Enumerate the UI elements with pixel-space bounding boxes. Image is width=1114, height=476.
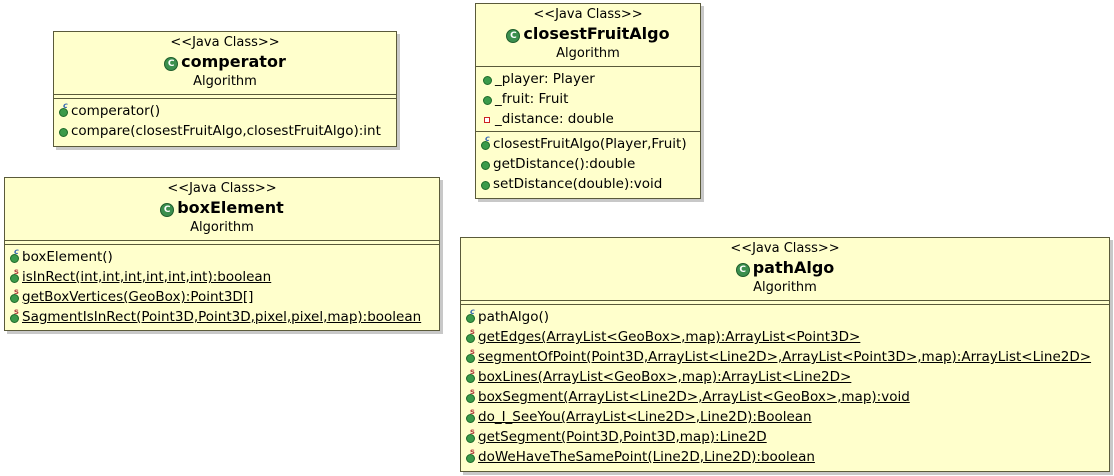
operation[interactable]: c boxElement() xyxy=(9,247,435,267)
operations-compartment: c pathAlgo() s getEdges(ArrayList<GeoBox>,… xyxy=(461,305,1109,469)
package-name: Algorithm xyxy=(556,46,620,61)
class-header: <<Java Class>> Ccomperator Algorithm xyxy=(54,32,396,95)
class-icon: C xyxy=(160,203,175,217)
operation[interactable]: s isInRect(int,int,int,int,int,int):boole… xyxy=(9,267,435,287)
constructor-icon: c xyxy=(9,247,20,263)
class-header: <<Java Class>> CboxElement Algorithm xyxy=(5,178,439,241)
operation[interactable]: s getEdges(ArrayList<GeoBox>,map):ArrayLi… xyxy=(465,327,1105,347)
package-name: Algorithm xyxy=(190,220,254,235)
static-icon: s xyxy=(465,327,476,343)
class-header: <<Java Class>> CpathAlgo Algorithm xyxy=(461,238,1109,301)
attribute[interactable]: _fruit: Fruit xyxy=(482,89,696,109)
operation[interactable]: s boxSegment(ArrayList<Line2D>,ArrayList<… xyxy=(465,387,1105,407)
class-icon: C xyxy=(164,57,179,71)
class-header: <<Java Class>> CclosestFruitAlgo Algorit… xyxy=(476,4,700,67)
operation[interactable]: s doWeHaveTheSamePoint(Line2D,Line2D):boo… xyxy=(465,447,1105,467)
static-icon: s xyxy=(9,307,20,323)
class-icon: C xyxy=(506,29,521,43)
static-icon: s xyxy=(465,367,476,383)
operation[interactable]: getDistance():double xyxy=(480,154,696,174)
constructor-icon: c xyxy=(480,134,491,150)
static-icon: s xyxy=(9,267,20,283)
public-dot-icon xyxy=(58,123,69,137)
operation[interactable]: s do_I_SeeYou(ArrayList<Line2D>,Line2D):B… xyxy=(465,407,1105,427)
operation[interactable]: c closestFruitAlgo(Player,Fruit) xyxy=(480,134,696,154)
stereotype: <<Java Class>> xyxy=(533,7,643,22)
operation[interactable]: compare(closestFruitAlgo,closestFruitAlg… xyxy=(58,121,392,141)
operation[interactable]: s SagmentIsInRect(Point3D,Point3D,pixel,p… xyxy=(9,307,435,327)
public-dot-icon xyxy=(482,91,493,105)
stereotype: <<Java Class>> xyxy=(170,35,280,50)
attributes-compartment: _player: Player _fruit: Fruit _distance:… xyxy=(476,67,700,132)
class-name: pathAlgo xyxy=(752,258,835,277)
class-name: comperator xyxy=(181,52,286,71)
static-icon: s xyxy=(465,427,476,443)
class-name-row: Ccomperator xyxy=(58,51,392,74)
class-icon: C xyxy=(735,263,750,277)
operation[interactable]: s getBoxVertices(GeoBox):Point3D[] xyxy=(9,287,435,307)
static-icon: s xyxy=(465,347,476,363)
operation[interactable]: setDistance(double):void xyxy=(480,174,696,194)
stereotype: <<Java Class>> xyxy=(730,241,840,256)
operation[interactable]: c comperator() xyxy=(58,101,392,121)
operation[interactable]: c pathAlgo() xyxy=(465,307,1105,327)
stereotype: <<Java Class>> xyxy=(167,181,277,196)
operation[interactable]: s getSegment(Point3D,Point3D,map):Line2D xyxy=(465,427,1105,447)
class-name-row: CclosestFruitAlgo xyxy=(480,23,696,46)
operation[interactable]: s segmentOfPoint(Point3D,ArrayList<Line2D… xyxy=(465,347,1105,367)
operations-compartment: c comperator() compare(closestFruitAlgo,c… xyxy=(54,99,396,143)
class-box-boxElement[interactable]: <<Java Class>> CboxElement Algorithm c bo… xyxy=(4,177,440,331)
public-dot-icon xyxy=(480,176,491,190)
class-box-pathAlgo[interactable]: <<Java Class>> CpathAlgo Algorithm c path… xyxy=(460,237,1110,472)
package-name: Algorithm xyxy=(193,74,257,89)
attribute[interactable]: _player: Player xyxy=(482,69,696,89)
static-icon: s xyxy=(465,387,476,403)
static-icon: s xyxy=(465,407,476,423)
constructor-icon: c xyxy=(58,101,69,117)
public-dot-icon xyxy=(482,71,493,85)
static-icon: s xyxy=(465,447,476,463)
class-box-closestFruitAlgo[interactable]: <<Java Class>> CclosestFruitAlgo Algorit… xyxy=(475,3,701,199)
operations-compartment: c boxElement() s isInRect(int,int,int,int,… xyxy=(5,245,439,329)
operations-compartment: c closestFruitAlgo(Player,Fruit) getDista… xyxy=(476,132,700,196)
package-name: Algorithm xyxy=(753,280,817,295)
class-name: closestFruitAlgo xyxy=(523,24,670,43)
class-name-row: CpathAlgo xyxy=(465,257,1105,280)
operation[interactable]: s boxLines(ArrayList<GeoBox>,map):ArrayLi… xyxy=(465,367,1105,387)
class-box-comperator[interactable]: <<Java Class>> Ccomperator Algorithm c co… xyxy=(53,31,397,147)
attribute[interactable]: _distance: double xyxy=(482,109,696,129)
private-square-icon xyxy=(482,111,493,125)
constructor-icon: c xyxy=(465,307,476,323)
static-icon: s xyxy=(9,287,20,303)
class-name-row: CboxElement xyxy=(9,197,435,220)
class-name: boxElement xyxy=(177,198,284,217)
public-dot-icon xyxy=(480,156,491,170)
